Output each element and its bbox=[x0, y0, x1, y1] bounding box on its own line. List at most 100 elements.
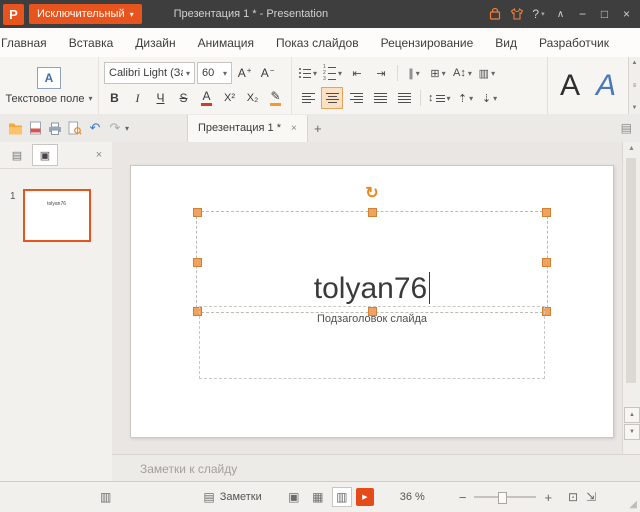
gallery-scrollbar[interactable]: ▲ ≡ ▼ bbox=[628, 57, 640, 114]
zoom-slider[interactable] bbox=[474, 496, 536, 498]
task-pane-icon[interactable]: ▤ bbox=[621, 121, 632, 135]
zoom-slider-handle[interactable] bbox=[498, 492, 507, 504]
wps-logo[interactable]: P bbox=[3, 4, 24, 25]
resize-handle[interactable] bbox=[368, 208, 377, 217]
bullet-list-button[interactable]: ▾ bbox=[297, 63, 319, 83]
tab-slideshow[interactable]: Показ слайдов bbox=[265, 29, 370, 57]
highlight-color-button[interactable]: ✎ bbox=[265, 88, 286, 108]
distribute-button[interactable] bbox=[393, 87, 415, 109]
font-color-button[interactable]: A bbox=[196, 88, 217, 108]
increase-indent-button[interactable]: ⇥ bbox=[370, 63, 392, 83]
slide-canvas[interactable]: ↻ tolyan76 Подзаголовок слайда bbox=[112, 142, 623, 455]
gallery-down-icon[interactable]: ▼ bbox=[632, 105, 638, 111]
slides-view-tab[interactable]: ▣ bbox=[32, 144, 58, 166]
premium-button[interactable]: Исключительный ▾ bbox=[29, 4, 142, 24]
gallery-more-icon[interactable]: ≡ bbox=[633, 83, 637, 89]
zoom-in-button[interactable]: + bbox=[544, 490, 552, 505]
maximize-button[interactable]: □ bbox=[594, 3, 615, 25]
font-size-combobox[interactable]: 60 ▾ bbox=[197, 62, 232, 84]
reading-view-button[interactable]: ▥ bbox=[332, 487, 352, 507]
help-button[interactable]: ? ▾ bbox=[528, 3, 549, 25]
slide-thumbnail[interactable]: tolyan76 bbox=[23, 189, 91, 242]
numbered-list-button[interactable]: ▾ bbox=[321, 63, 344, 83]
chevron-down-icon: ▾ bbox=[468, 69, 472, 78]
zoom-out-button[interactable]: − bbox=[459, 490, 467, 505]
export-pdf-button[interactable] bbox=[25, 118, 45, 138]
undo-button[interactable]: ↶ bbox=[85, 118, 105, 138]
resize-handle[interactable] bbox=[542, 208, 551, 217]
tab-animation[interactable]: Анимация bbox=[187, 29, 265, 57]
redo-button[interactable]: ↷ bbox=[105, 118, 125, 138]
new-tab-button[interactable]: + bbox=[308, 118, 328, 138]
font-name-combobox[interactable]: Calibri Light (Заголовки) ▾ bbox=[104, 62, 195, 84]
align-right-button[interactable] bbox=[345, 87, 367, 109]
vertical-scrollbar[interactable]: ▲ ▲ ▼ bbox=[622, 142, 640, 455]
title-textbox[interactable]: ↻ tolyan76 bbox=[196, 211, 548, 313]
document-tab[interactable]: Презентация 1 * × bbox=[187, 115, 308, 142]
decrease-indent-button[interactable]: ⇤ bbox=[346, 63, 368, 83]
text-preset-plain[interactable]: А bbox=[560, 71, 580, 101]
slide-sorter-button[interactable]: ▦ bbox=[308, 487, 328, 507]
fit-slide-button[interactable]: ⊡ bbox=[568, 490, 578, 504]
space-after-button[interactable]: ⇣ ▾ bbox=[479, 88, 501, 108]
previous-slide-button[interactable]: ▲ bbox=[624, 407, 640, 423]
line-spacing-button[interactable]: ↕ ▾ bbox=[426, 88, 453, 108]
scroll-up-icon[interactable]: ▲ bbox=[623, 145, 640, 152]
outline-view-tab[interactable]: ▤ bbox=[5, 145, 29, 165]
fullscreen-button[interactable]: ⇲ bbox=[586, 490, 596, 504]
insert-table-button[interactable]: ⊞ ▾ bbox=[427, 63, 449, 83]
underline-button[interactable]: Ч bbox=[150, 88, 171, 108]
subtitle-placeholder[interactable]: Подзаголовок слайда bbox=[199, 306, 545, 379]
slideshow-play-button[interactable]: ▶ bbox=[356, 488, 374, 506]
open-folder-button[interactable] bbox=[5, 118, 25, 138]
print-preview-button[interactable] bbox=[65, 118, 85, 138]
chevron-down-icon[interactable]: ▾ bbox=[125, 124, 129, 133]
tab-developer[interactable]: Разработчик bbox=[528, 29, 620, 57]
tab-review[interactable]: Рецензирование bbox=[370, 29, 485, 57]
text-direction-button[interactable]: A↕ ▾ bbox=[451, 63, 474, 83]
print-button[interactable] bbox=[45, 118, 65, 138]
superscript-button[interactable]: X² bbox=[219, 88, 240, 108]
tab-view[interactable]: Вид bbox=[484, 29, 528, 57]
justify-button[interactable] bbox=[369, 87, 391, 109]
tab-design[interactable]: Дизайн bbox=[124, 29, 186, 57]
close-button[interactable]: × bbox=[616, 3, 637, 25]
align-center-button[interactable] bbox=[321, 87, 343, 109]
align-left-button[interactable] bbox=[297, 87, 319, 109]
subscript-button[interactable]: X₂ bbox=[242, 88, 263, 108]
align-objects-button[interactable]: ∥ ▾ bbox=[403, 63, 425, 83]
resize-handle[interactable] bbox=[542, 258, 551, 267]
notes-toggle[interactable]: ▤ Заметки bbox=[203, 490, 261, 504]
slide[interactable]: ↻ tolyan76 Подзаголовок слайда bbox=[130, 165, 614, 438]
clothes-skin-icon[interactable] bbox=[506, 3, 527, 25]
resize-grip-icon[interactable]: ◢ bbox=[629, 499, 637, 510]
scrollbar-thumb[interactable] bbox=[626, 158, 636, 383]
collapse-ribbon-button[interactable]: ∧ bbox=[550, 3, 571, 25]
text-preset-italic[interactable]: А bbox=[596, 71, 616, 101]
gallery-up-icon[interactable]: ▲ bbox=[632, 60, 638, 66]
decrease-font-button[interactable]: A− bbox=[257, 63, 278, 83]
normal-view-button[interactable]: ▣ bbox=[284, 487, 304, 507]
resize-handle[interactable] bbox=[193, 208, 202, 217]
italic-button[interactable]: I bbox=[127, 88, 148, 108]
indent-icon: ⇥ bbox=[376, 67, 385, 80]
minimize-button[interactable]: − bbox=[572, 3, 593, 25]
rotation-handle-icon[interactable]: ↻ bbox=[365, 186, 378, 202]
space-before-button[interactable]: ⇡ ▾ bbox=[455, 88, 477, 108]
insert-textbox-button[interactable]: A Текстовое поле ▾ bbox=[0, 57, 98, 114]
shop-bag-icon[interactable] bbox=[484, 3, 505, 25]
tab-home[interactable]: Главная bbox=[0, 29, 58, 57]
strikethrough-button[interactable]: S bbox=[173, 88, 194, 108]
columns-button[interactable]: ▥ ▾ bbox=[476, 63, 498, 83]
notes-area[interactable]: Заметки к слайду bbox=[112, 454, 640, 482]
bold-button[interactable]: B bbox=[104, 88, 125, 108]
resize-handle[interactable] bbox=[193, 258, 202, 267]
next-slide-button[interactable]: ▼ bbox=[624, 424, 640, 440]
zoom-value[interactable]: 36 % bbox=[400, 491, 425, 503]
close-tab-icon[interactable]: × bbox=[291, 123, 297, 134]
increase-font-button[interactable]: A+ bbox=[234, 63, 255, 83]
statusbar-left-icon[interactable]: ▥ bbox=[100, 490, 111, 504]
close-panel-icon[interactable]: × bbox=[91, 149, 107, 161]
tab-insert[interactable]: Вставка bbox=[58, 29, 125, 57]
table-icon: ⊞ bbox=[430, 67, 439, 80]
